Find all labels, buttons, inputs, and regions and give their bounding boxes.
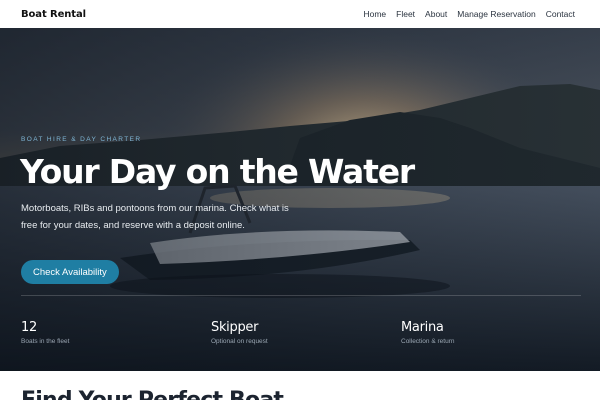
- nav-link-about[interactable]: About: [425, 9, 447, 19]
- stat-skipper: Skipper Optional on request: [211, 320, 268, 345]
- hero-overlay: [0, 28, 600, 371]
- stat-fleet: 12 Boats in the fleet: [21, 320, 69, 345]
- check-availability-button[interactable]: Check Availability: [21, 260, 119, 284]
- top-nav: Boat Rental Home Fleet About Manage Rese…: [0, 0, 600, 28]
- stat-marina: Marina Collection & return: [401, 320, 454, 345]
- stat-value: Marina: [401, 320, 444, 335]
- brand-logo[interactable]: Boat Rental: [21, 9, 86, 20]
- nav-link-manage-reservation[interactable]: Manage Reservation: [457, 9, 535, 19]
- stat-caption: Boats in the fleet: [21, 338, 70, 345]
- section-title: Find Your Perfect Boat: [21, 388, 284, 400]
- nav-link-contact[interactable]: Contact: [546, 9, 575, 19]
- stat-value: Skipper: [211, 320, 259, 335]
- stat-caption: Optional on request: [211, 338, 268, 345]
- nav-link-fleet[interactable]: Fleet: [396, 9, 415, 19]
- hero-divider: [21, 295, 581, 296]
- nav-link-home[interactable]: Home: [363, 9, 386, 19]
- hero-description: Motorboats, RIBs and pontoons from our m…: [21, 203, 289, 231]
- hero-title: Your Day on the Water: [20, 152, 415, 191]
- hero-eyebrow: BOAT HIRE & DAY CHARTER: [21, 136, 142, 143]
- stat-value: 12: [21, 320, 37, 335]
- stat-caption: Collection & return: [401, 338, 455, 345]
- hero-section: BOAT HIRE & DAY CHARTER Your Day on the …: [0, 28, 600, 371]
- nav-links: Home Fleet About Manage Reservation Cont…: [363, 9, 575, 19]
